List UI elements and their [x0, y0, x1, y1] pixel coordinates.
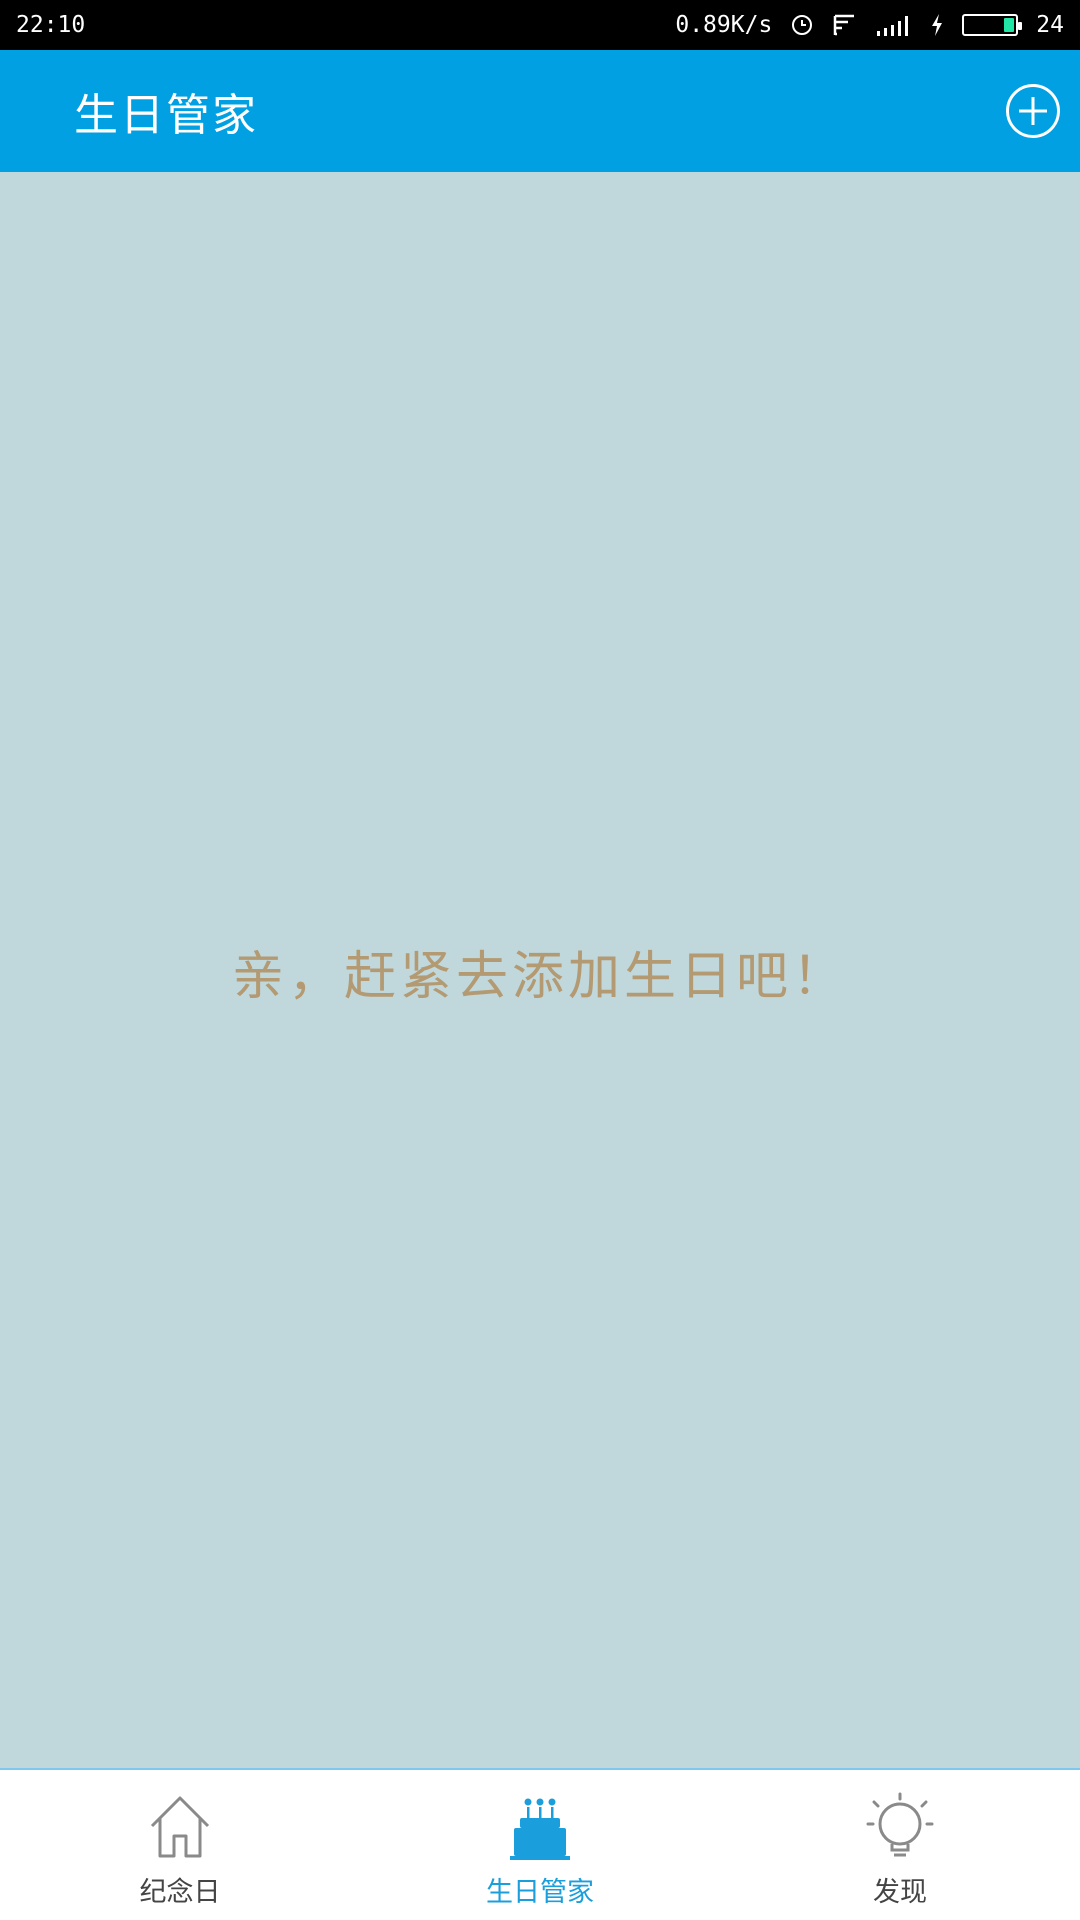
status-bar: 22:10 0.89K/s 24: [0, 0, 1080, 50]
charging-icon: [930, 13, 944, 37]
add-birthday-button[interactable]: [1006, 84, 1060, 138]
birthday-list-empty: 亲，赶紧去添加生日吧！: [0, 172, 1080, 1768]
nav-item-birthday[interactable]: 生日管家: [360, 1770, 720, 1920]
status-time: 22:10: [16, 12, 86, 38]
signal-icon: [876, 13, 912, 37]
nav-label: 生日管家: [486, 1877, 594, 1908]
nav-item-anniversary[interactable]: 纪念日: [0, 1770, 360, 1920]
battery-icon: [962, 14, 1023, 36]
status-right: 0.89K/s 24: [675, 12, 1064, 38]
empty-state-message: 亲，赶紧去添加生日吧！: [231, 947, 848, 1007]
nav-label: 纪念日: [139, 1877, 221, 1908]
network-speed: 0.89K/s: [675, 12, 773, 38]
lightbulb-icon: [866, 1792, 934, 1857]
wifi-icon: [832, 13, 858, 37]
nav-item-discover[interactable]: 发现: [720, 1770, 1080, 1920]
nav-label: 发现: [873, 1877, 927, 1908]
alarm-icon: [790, 13, 814, 37]
battery-level: 24: [1036, 12, 1064, 38]
cake-icon: [510, 1798, 570, 1860]
page-title: 生日管家: [74, 90, 258, 141]
app-bar: 生日管家: [0, 50, 1080, 172]
bottom-nav: 纪念日 生日管家 发现: [0, 1768, 1080, 1920]
home-icon: [150, 1796, 210, 1858]
